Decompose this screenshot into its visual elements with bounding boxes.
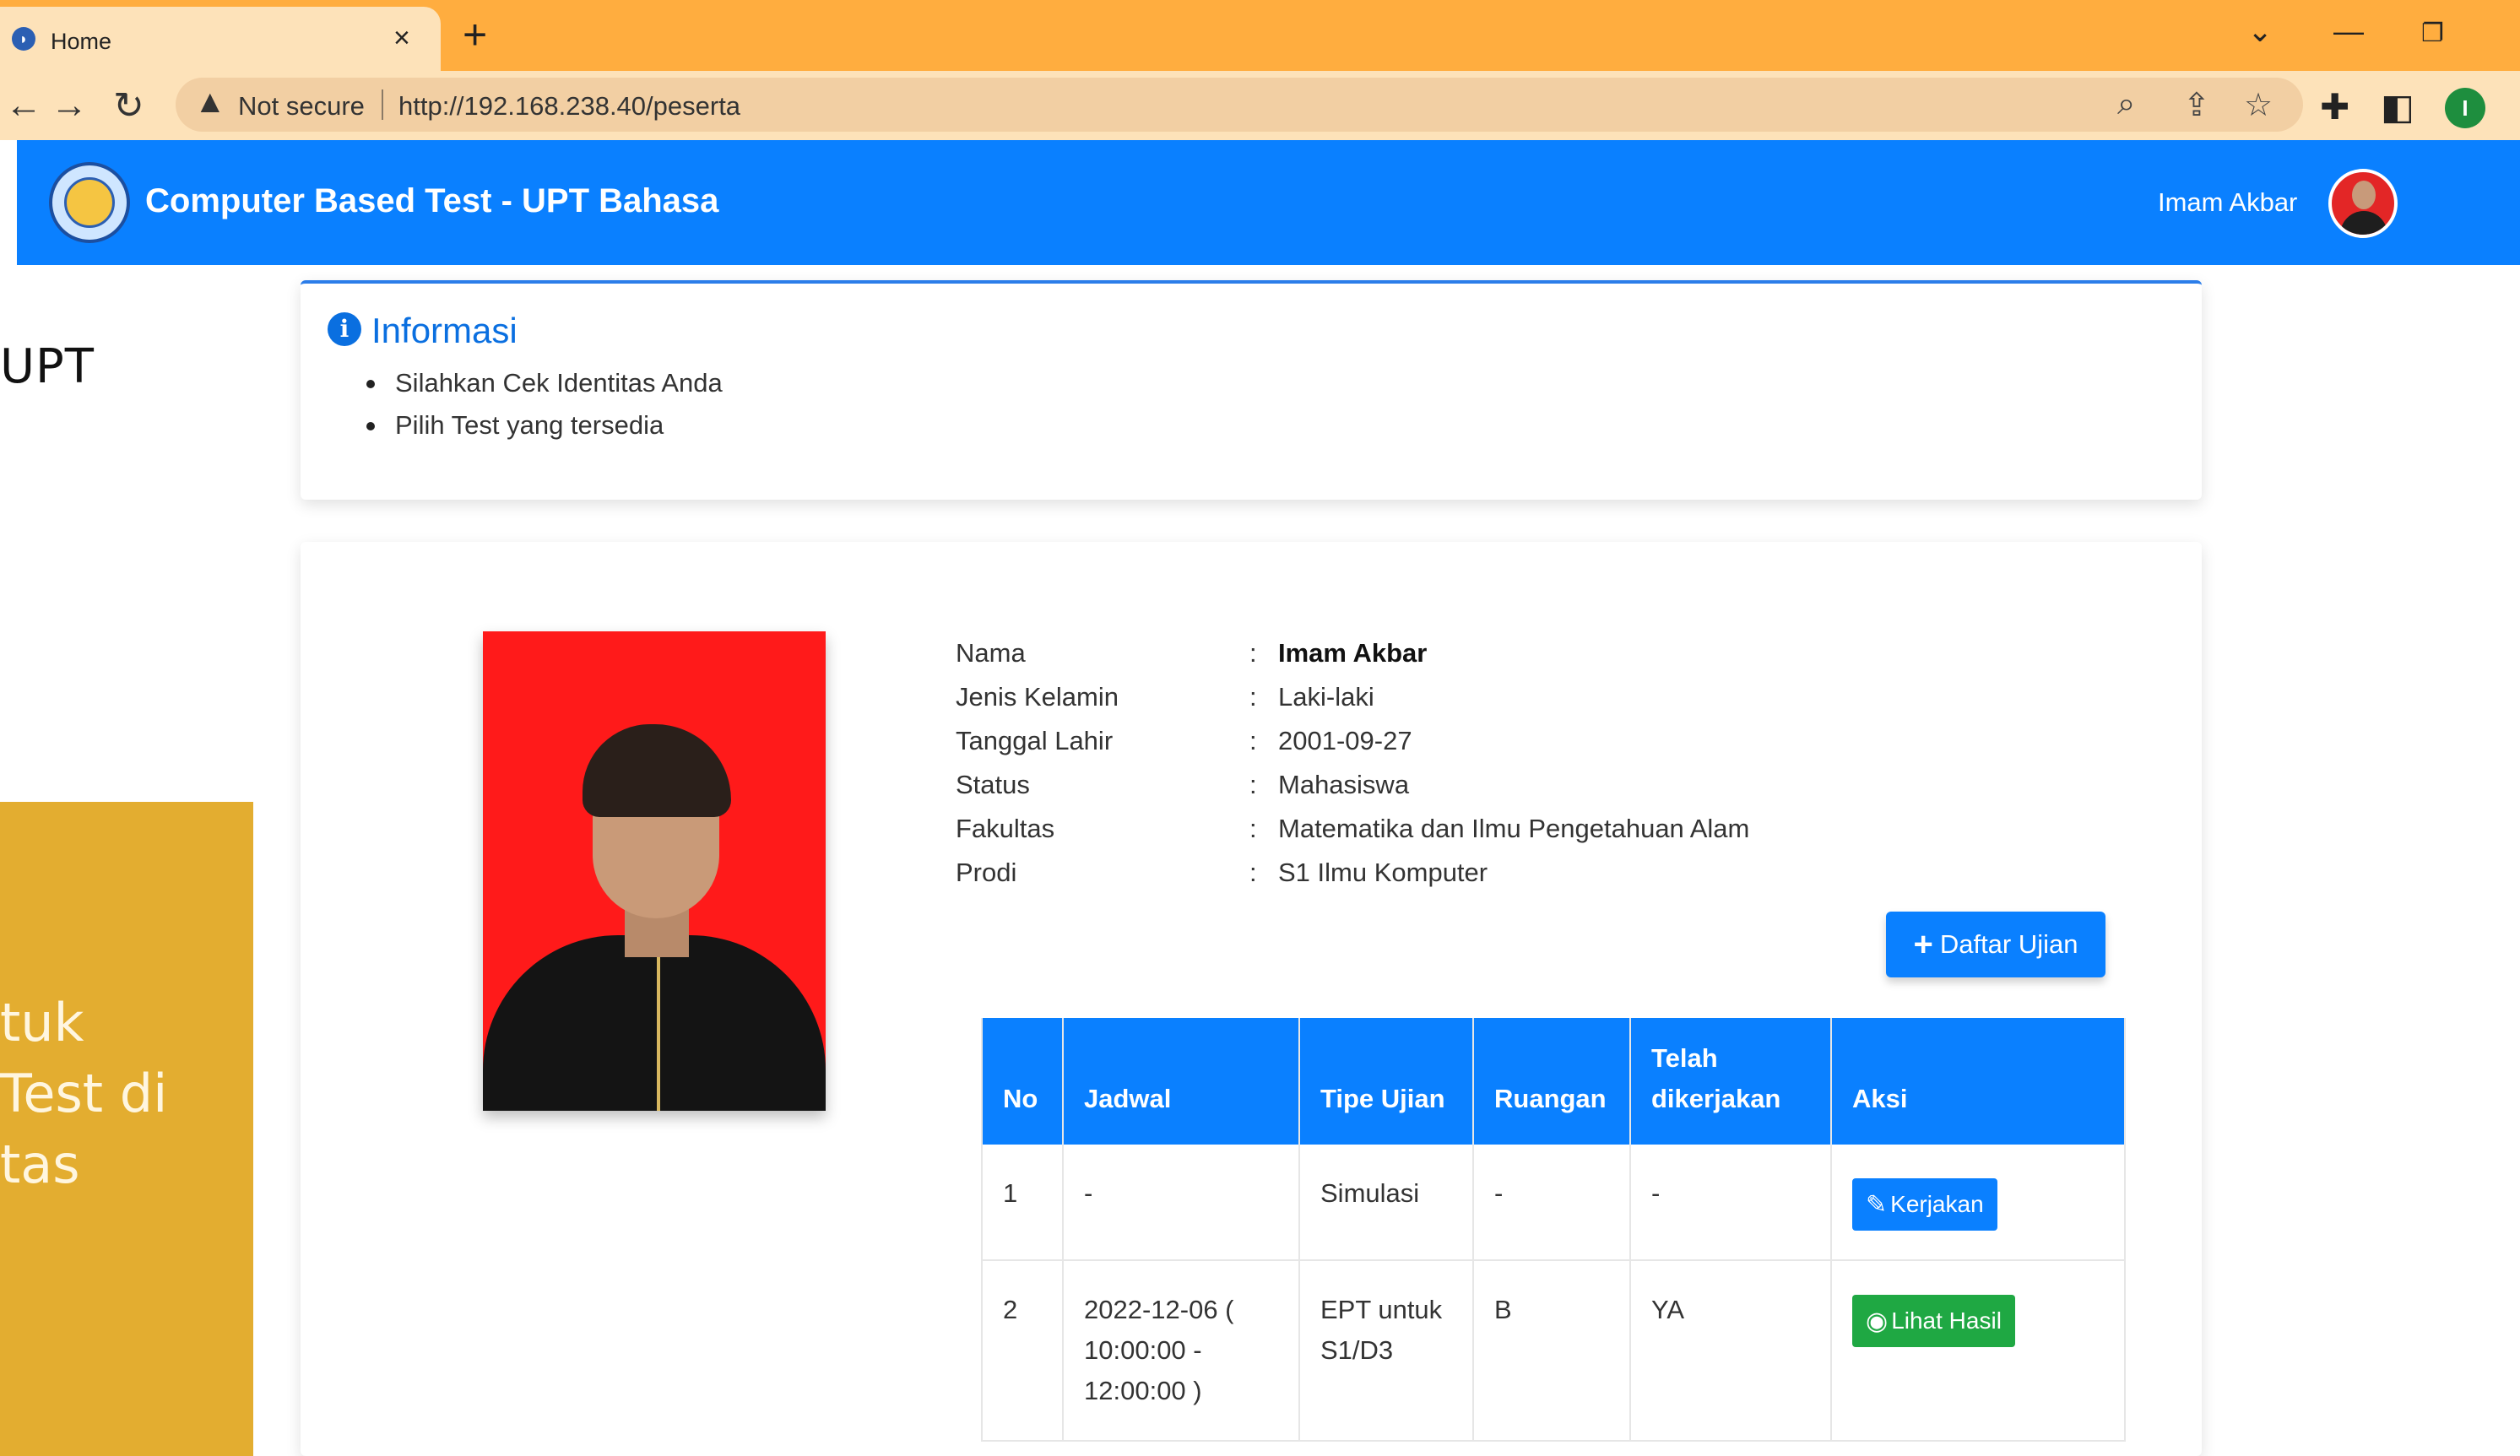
background-gold-line-2: Test di: [0, 1063, 168, 1124]
field-colon: :: [1249, 770, 1257, 799]
background-gold-line-3: tas: [0, 1134, 80, 1195]
cell-tipe: Simulasi: [1299, 1145, 1474, 1261]
field-value-tanggal-lahir: 2001-09-27: [1278, 726, 1412, 755]
daftar-ujian-button[interactable]: + Daftar Ujian: [1886, 912, 2105, 977]
header-telah-dikerjakan: Telah dikerjakan: [1630, 1018, 1832, 1145]
field-colon: :: [1249, 638, 1257, 668]
cell-ruangan: B: [1473, 1260, 1631, 1442]
lihat-hasil-label: Lihat Hasil: [1891, 1307, 2002, 1334]
plus-icon: +: [1913, 925, 1933, 963]
exam-table: No Jadwal Tipe Ujian Ruangan Telah diker…: [981, 1018, 2126, 1442]
forward-arrow-icon[interactable]: →: [51, 84, 88, 127]
university-logo[interactable]: [49, 162, 130, 243]
table-header-row: No Jadwal Tipe Ujian Ruangan Telah diker…: [981, 1018, 2126, 1145]
browser-profile-avatar[interactable]: I: [2445, 88, 2485, 128]
back-arrow-icon[interactable]: ←: [5, 84, 42, 127]
tab-search-chevron-icon[interactable]: ⌄: [2247, 14, 2273, 49]
cell-no: 1: [981, 1145, 1064, 1261]
kerjakan-label: Kerjakan: [1890, 1191, 1984, 1217]
cell-jadwal: 2022-12-06 ( 10:00:00 - 12:00:00 ): [1063, 1260, 1300, 1442]
daftar-ujian-label: Daftar Ujian: [1939, 929, 2078, 959]
info-item-1: Silahkan Cek Identitas Anda: [361, 368, 723, 398]
info-card: i Informasi Silahkan Cek Identitas Anda …: [301, 280, 2202, 500]
extensions-puzzle-icon[interactable]: ✚: [2320, 86, 2349, 127]
info-list: Silahkan Cek Identitas Anda Pilih Test y…: [361, 368, 723, 452]
minimize-icon[interactable]: —: [2333, 14, 2364, 49]
address-separator: [382, 89, 383, 120]
header-ruangan: Ruangan: [1473, 1018, 1631, 1145]
zoom-icon[interactable]: ⌕: [2117, 86, 2135, 122]
participant-photo: [483, 631, 826, 1111]
new-tab-button[interactable]: +: [463, 10, 487, 59]
info-circle-icon: i: [328, 312, 361, 346]
table-row: 1 - Simulasi - - ✎ Kerjakan: [981, 1145, 2126, 1261]
kerjakan-button[interactable]: ✎ Kerjakan: [1852, 1178, 1997, 1231]
info-title: Informasi: [371, 311, 518, 350]
table-row: 2 2022-12-06 ( 10:00:00 - 12:00:00 ) EPT…: [981, 1260, 2126, 1442]
field-label-tanggal-lahir: Tanggal Lahir: [956, 726, 1114, 755]
field-value-nama: Imam Akbar: [1278, 638, 1428, 668]
header-aksi: Aksi: [1831, 1018, 2126, 1145]
cell-jadwal: -: [1063, 1145, 1300, 1261]
user-avatar[interactable]: [2328, 169, 2398, 238]
field-label-fakultas: Fakultas: [956, 814, 1055, 843]
field-label-jenis-kelamin: Jenis Kelamin: [956, 682, 1119, 712]
field-colon: :: [1249, 726, 1257, 755]
background-gold-panel: tuk Test di tas: [0, 802, 253, 1456]
background-upt-text: UPT: [0, 339, 95, 394]
browser-tab-bar: ◗ Home × + ⌄ — ❐: [0, 0, 2520, 71]
cell-no: 2: [981, 1260, 1064, 1442]
field-value-prodi: S1 Ilmu Komputer: [1278, 858, 1488, 887]
avatar-head: [2352, 181, 2376, 209]
field-value-fakultas: Matematika dan Ilmu Pengetahuan Alam: [1278, 814, 1750, 843]
header-tipe-ujian: Tipe Ujian: [1299, 1018, 1474, 1145]
eye-icon: ◉: [1866, 1307, 1889, 1335]
field-label-nama: Nama: [956, 638, 1026, 668]
lihat-hasil-button[interactable]: ◉ Lihat Hasil: [1852, 1295, 2015, 1347]
app-brand[interactable]: Computer Based Test - UPT Bahasa: [145, 182, 718, 220]
cell-dikerjakan: YA: [1630, 1260, 1832, 1442]
cell-tipe: EPT untuk S1/D3: [1299, 1260, 1474, 1442]
side-panel-icon[interactable]: ◧: [2381, 86, 2414, 127]
field-colon: :: [1249, 858, 1257, 887]
browser-tab-home[interactable]: ◗ Home ×: [0, 7, 441, 71]
field-value-status: Mahasiswa: [1278, 770, 1410, 799]
reload-icon[interactable]: ↻: [113, 84, 144, 127]
photo-trim: [657, 952, 660, 1111]
photo-body: [483, 935, 826, 1111]
background-gold-line-1: tuk: [0, 992, 84, 1053]
url-text[interactable]: http://192.168.238.40/peserta: [398, 91, 740, 122]
field-value-jenis-kelamin: Laki-laki: [1278, 682, 1374, 712]
cell-ruangan: -: [1473, 1145, 1631, 1261]
cell-dikerjakan: -: [1630, 1145, 1832, 1261]
navbar-user-name[interactable]: Imam Akbar: [2158, 187, 2297, 218]
field-label-status: Status: [956, 770, 1030, 799]
browser-toolbar: ← → ↻ ▲ Not secure http://192.168.238.40…: [0, 71, 2520, 140]
cell-aksi: ✎ Kerjakan: [1831, 1145, 2126, 1261]
tab-title: Home: [51, 29, 112, 54]
share-icon[interactable]: ⇪: [2183, 86, 2210, 124]
field-colon: :: [1249, 682, 1257, 712]
header-jadwal: Jadwal: [1063, 1018, 1300, 1145]
restore-icon[interactable]: ❐: [2421, 19, 2444, 48]
warning-triangle-icon[interactable]: ▲: [194, 84, 226, 121]
info-item-2: Pilih Test yang tersedia: [361, 410, 723, 441]
edit-icon: ✎: [1866, 1190, 1888, 1219]
favicon-icon: ◗: [12, 27, 35, 51]
address-bar[interactable]: ▲ Not secure http://192.168.238.40/peser…: [176, 78, 2303, 132]
app-navbar: Computer Based Test - UPT Bahasa Imam Ak…: [17, 140, 2520, 265]
participant-card: Nama : Imam Akbar Jenis Kelamin : Laki-l…: [301, 542, 2202, 1456]
avatar-body: [2340, 211, 2387, 235]
field-colon: :: [1249, 814, 1257, 843]
logo-emblem-icon: [64, 177, 115, 228]
security-label[interactable]: Not secure: [238, 91, 365, 122]
photo-hair: [583, 724, 731, 817]
tab-close-icon[interactable]: ×: [393, 22, 410, 55]
cell-aksi: ◉ Lihat Hasil: [1831, 1260, 2126, 1442]
bookmark-star-icon[interactable]: ☆: [2244, 86, 2273, 124]
header-no: No: [981, 1018, 1064, 1145]
field-label-prodi: Prodi: [956, 858, 1017, 887]
